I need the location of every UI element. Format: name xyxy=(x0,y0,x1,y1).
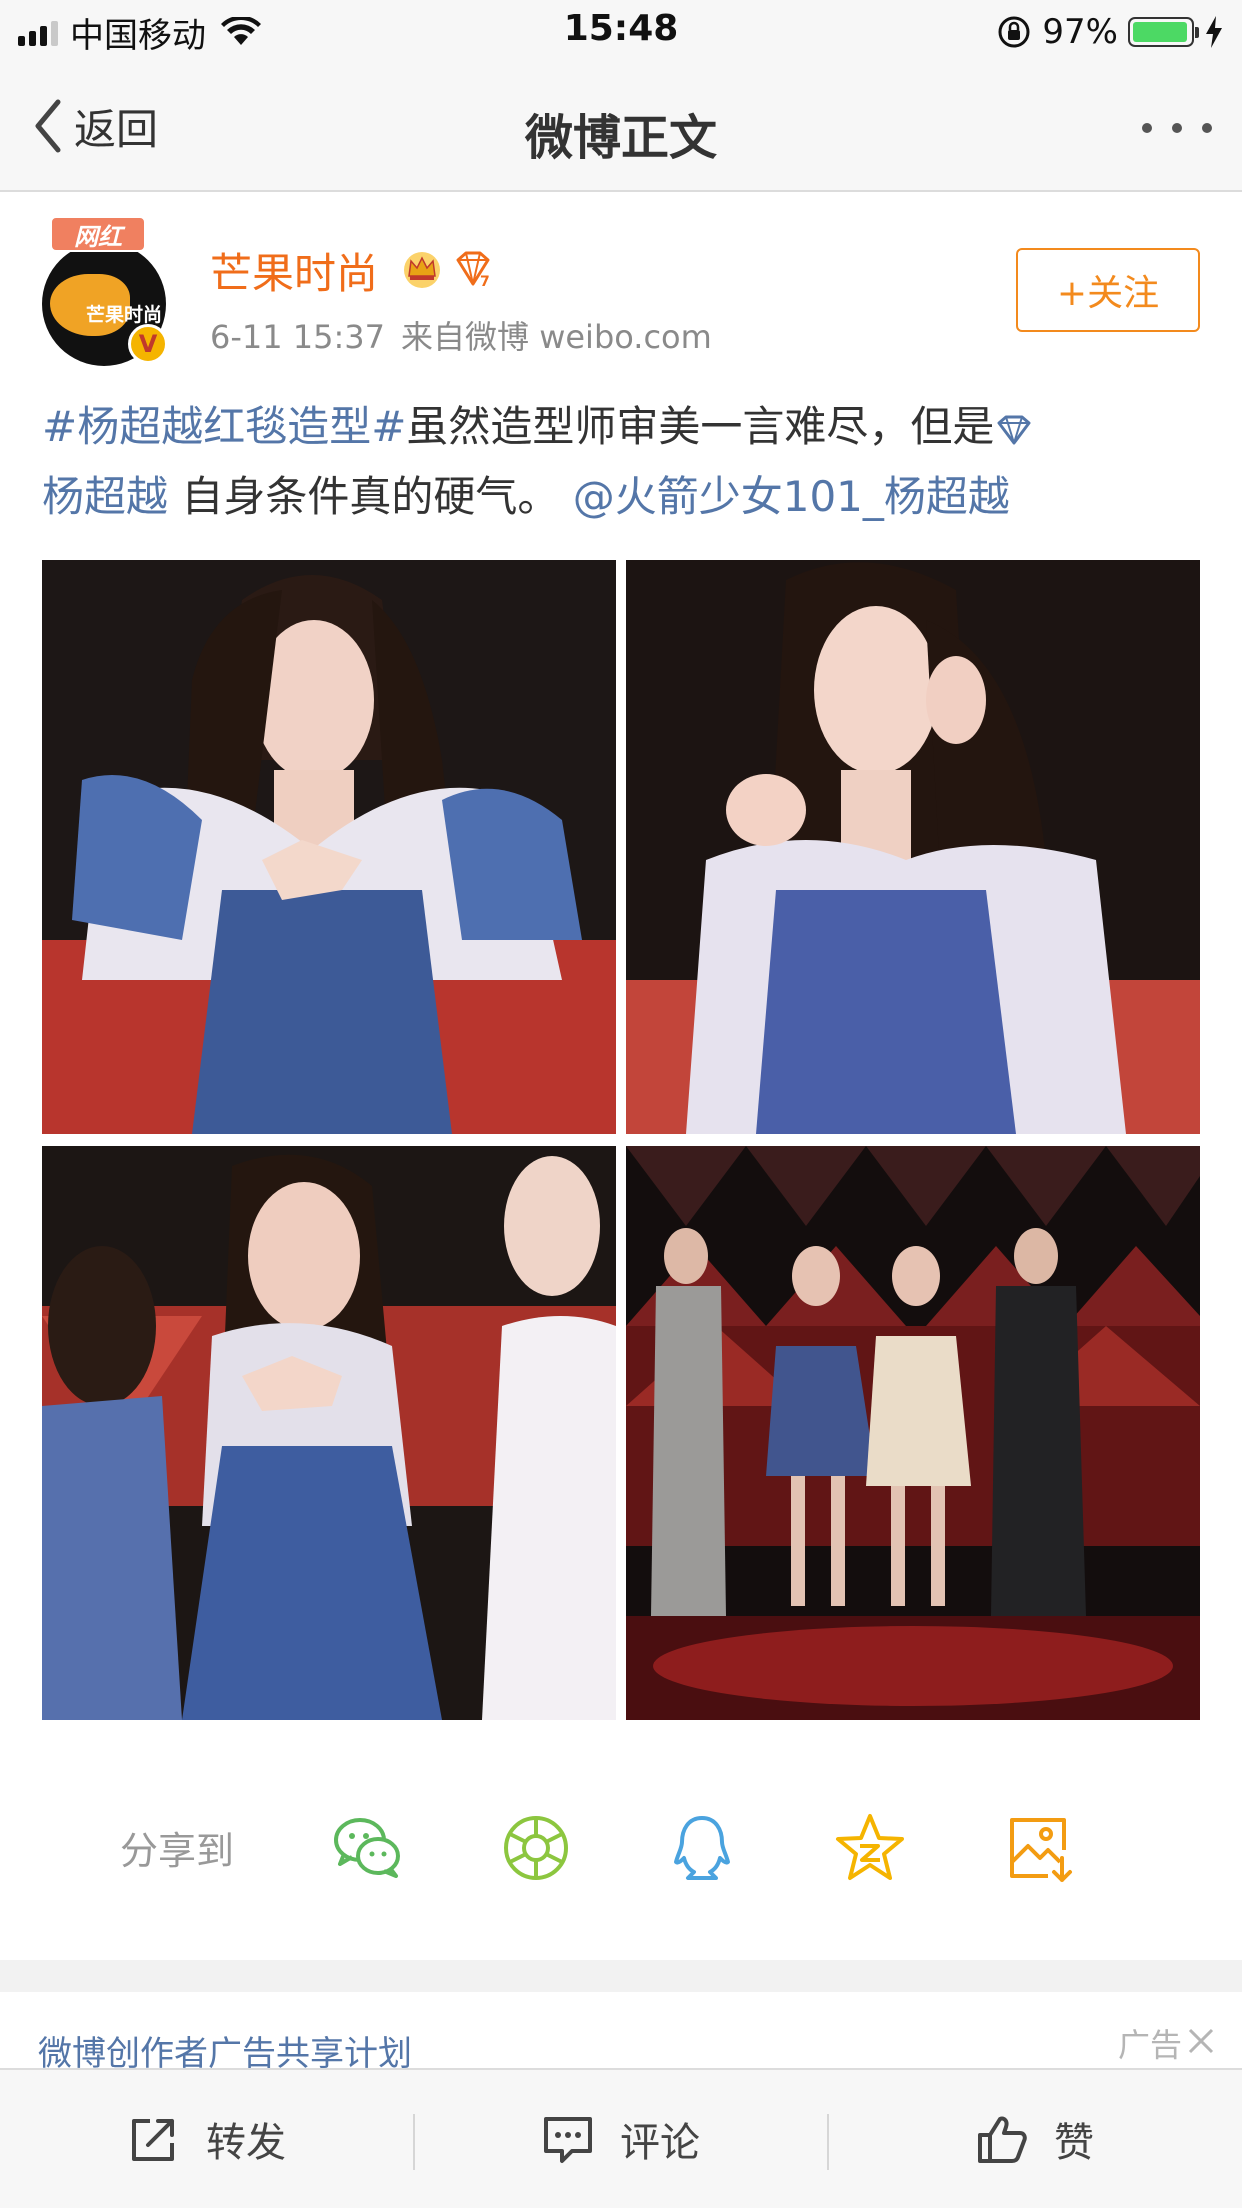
crown-icon xyxy=(404,252,440,288)
bottom-toolbar: 转发 评论 赞 xyxy=(0,2068,1242,2208)
post-image-3[interactable] xyxy=(42,1146,616,1720)
avatar-logo-text: 芒果时尚 xyxy=(86,304,163,326)
moments-icon[interactable] xyxy=(498,1810,574,1886)
navigation-bar: 返回 微博正文 xyxy=(0,62,1242,192)
save-image-icon[interactable] xyxy=(1002,1810,1078,1886)
more-dot-icon xyxy=(1202,123,1212,133)
person-link[interactable]: 杨超越 xyxy=(42,472,168,521)
ad-label: 广告 xyxy=(1117,2026,1182,2064)
page-title: 微博正文 xyxy=(524,110,717,166)
author-name[interactable]: 芒果时尚 xyxy=(210,240,378,301)
comment-button[interactable]: 评论 xyxy=(414,2070,828,2208)
more-dot-icon xyxy=(1172,123,1182,133)
battery-percent: 97% xyxy=(1042,12,1118,52)
follow-button[interactable]: +关注 xyxy=(1016,248,1200,332)
vip-diamond-icon: 7 xyxy=(456,251,490,288)
more-options-button[interactable] xyxy=(1142,118,1212,138)
hashtag-link[interactable]: #杨超越红毯造型# xyxy=(42,402,406,451)
qq-icon[interactable] xyxy=(664,1810,740,1886)
comment-label: 评论 xyxy=(620,2120,700,2166)
post-text-part: 虽然造型师审美一言难尽，但是 xyxy=(406,402,995,451)
repost-label: 转发 xyxy=(206,2120,286,2166)
repost-icon xyxy=(132,2119,174,2161)
post-image-4[interactable] xyxy=(626,1146,1200,1720)
status-right: 97% xyxy=(996,10,1224,54)
post-meta: 6-11 15:37 来自微博 weibo.com xyxy=(210,312,728,358)
influencer-badge: 网红 xyxy=(50,216,146,252)
photo-4 xyxy=(626,1146,1200,1720)
post-content: #杨超越红毯造型#虽然造型师审美一言难尽，但是 杨超越 自身条件真的硬气。 @火… xyxy=(42,392,1202,532)
share-label: 分享到 xyxy=(120,1829,235,1873)
like-button[interactable]: 赞 xyxy=(828,2070,1242,2208)
verified-badge: V xyxy=(128,324,168,364)
photo-2 xyxy=(626,560,1200,1134)
post-image-1[interactable] xyxy=(42,560,616,1134)
photo-3 xyxy=(42,1146,616,1720)
svg-text:7: 7 xyxy=(480,274,490,288)
share-row: 分享到 xyxy=(0,1770,1242,1920)
close-icon[interactable] xyxy=(1186,2026,1216,2056)
diamond-icon xyxy=(997,415,1031,444)
post-image-2[interactable] xyxy=(626,560,1200,1134)
post-text-part: 自身条件真的硬气。 xyxy=(168,472,573,521)
post-header: 芒果时尚 网红 V 芒果时尚 7 6-11 15:37 来自微博 weibo.co… xyxy=(0,192,1242,366)
post-time: 6-11 15:37 xyxy=(210,318,386,356)
wechat-icon[interactable] xyxy=(330,1810,406,1886)
ad-banner: 微博创作者广告共享计划 广告 xyxy=(0,1992,1242,2074)
thumbs-up-icon xyxy=(978,2116,1027,2163)
post-source: 来自微博 weibo.com xyxy=(401,318,712,356)
mention-link[interactable]: @火箭少女101_杨超越 xyxy=(573,472,1010,521)
charging-icon xyxy=(1206,16,1222,48)
comment-icon xyxy=(544,2117,592,2163)
rotation-lock-icon xyxy=(998,16,1030,48)
battery-fill xyxy=(1133,22,1187,42)
qzone-icon[interactable] xyxy=(832,1810,908,1886)
author-avatar[interactable]: 芒果时尚 网红 V xyxy=(42,216,170,366)
battery-icon xyxy=(1128,17,1199,47)
like-label: 赞 xyxy=(1054,2120,1094,2166)
repost-button[interactable]: 转发 xyxy=(0,2070,414,2208)
photo-1 xyxy=(42,560,616,1134)
section-divider xyxy=(0,1960,1242,1992)
status-bar: 中国移动 15:48 97% xyxy=(0,0,1242,62)
more-dot-icon xyxy=(1142,123,1152,133)
